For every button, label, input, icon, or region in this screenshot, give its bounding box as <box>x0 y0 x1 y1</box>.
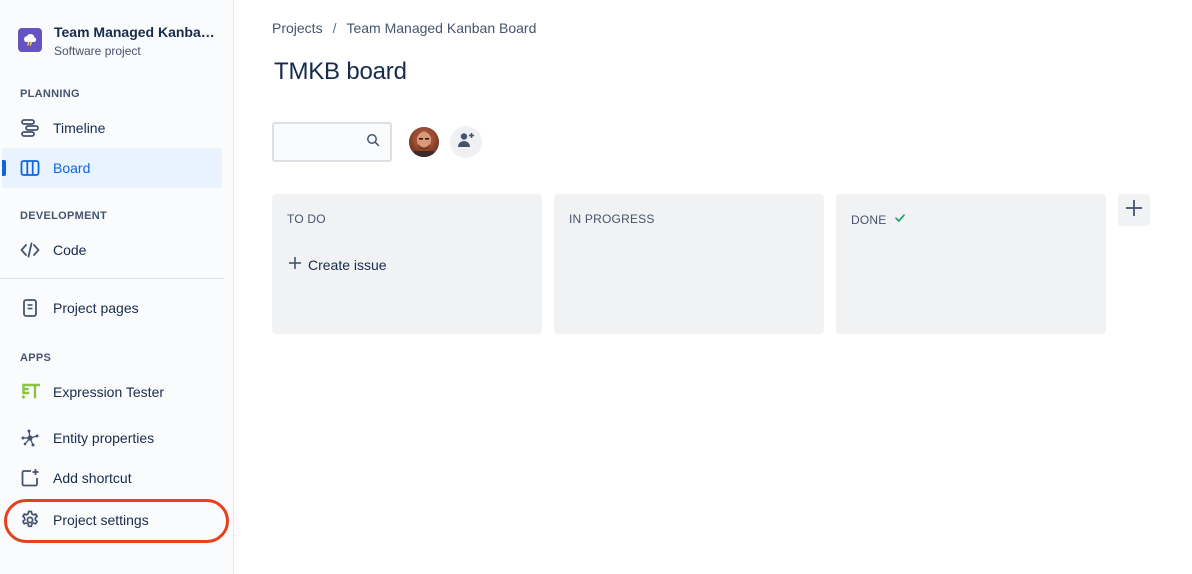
search-input[interactable] <box>280 130 360 154</box>
breadcrumb-project-link[interactable]: Team Managed Kanban Board <box>346 20 536 36</box>
sidebar-item-add-shortcut[interactable]: Add shortcut <box>2 458 222 498</box>
breadcrumb-projects-link[interactable]: Projects <box>272 20 323 36</box>
create-issue-label: Create issue <box>308 256 387 273</box>
board-column-in-progress: IN PROGRESS <box>554 194 824 334</box>
code-icon <box>18 238 42 262</box>
add-people-button[interactable] <box>450 126 482 158</box>
user-avatar[interactable] <box>407 125 441 159</box>
expression-tester-icon <box>18 380 42 404</box>
sidebar-divider <box>0 278 224 279</box>
check-icon <box>894 212 906 227</box>
project-header[interactable]: Team Managed Kanban Board Software proje… <box>18 20 220 58</box>
create-issue-button[interactable]: Create issue <box>288 256 387 273</box>
column-title-text: DONE <box>851 212 887 227</box>
project-avatar-icon <box>18 28 42 52</box>
board-column-todo: TO DO Create issue <box>272 194 542 334</box>
sidebar-item-label: Project settings <box>53 512 149 528</box>
column-title: TO DO <box>287 212 326 226</box>
sidebar-item-label: Timeline <box>53 120 106 136</box>
entity-properties-icon <box>18 426 42 450</box>
add-column-button[interactable] <box>1118 194 1150 226</box>
plus-icon <box>288 256 302 273</box>
project-type: Software project <box>54 44 141 58</box>
sidebar-item-project-pages[interactable]: Project pages <box>2 288 222 328</box>
sidebar-item-board[interactable]: Board <box>2 148 222 188</box>
search-icon <box>366 133 380 152</box>
sidebar-item-entity-properties[interactable]: Entity properties <box>2 418 222 458</box>
column-title: IN PROGRESS <box>569 212 655 226</box>
sidebar-item-label: Project pages <box>53 300 139 316</box>
sidebar-item-label: Entity properties <box>53 430 155 446</box>
sidebar-item-label: Expression Tester <box>53 384 165 400</box>
column-title: DONE <box>851 212 906 227</box>
sidebar-item-label: Add shortcut <box>53 470 132 486</box>
breadcrumb: Projects / Team Managed Kanban Board <box>272 20 536 36</box>
sidebar-item-code[interactable]: Code <box>2 230 222 270</box>
sidebar-item-label: Board <box>53 160 91 176</box>
sidebar-item-expression-tester[interactable]: Expression Tester <box>2 372 222 412</box>
sidebar-item-timeline[interactable]: Timeline <box>2 108 222 148</box>
page-title: TMKB board <box>274 58 407 85</box>
breadcrumb-separator: / <box>332 20 337 36</box>
add-person-icon <box>457 131 475 154</box>
page-icon <box>18 296 42 320</box>
add-shortcut-icon <box>18 466 42 490</box>
project-name: Team Managed Kanban Board <box>54 24 220 40</box>
plus-icon <box>1125 199 1143 222</box>
column-title-text: TO DO <box>287 212 326 226</box>
app-root: Team Managed Kanban Board Software proje… <box>0 0 1192 574</box>
board-icon <box>18 156 42 180</box>
section-apps: APPS <box>20 352 52 364</box>
gear-icon <box>18 508 42 532</box>
board-search <box>272 122 392 162</box>
section-planning: PLANNING <box>20 88 80 100</box>
board-column-done: DONE <box>836 194 1106 334</box>
column-title-text: IN PROGRESS <box>569 212 655 226</box>
timeline-icon <box>18 116 42 140</box>
sidebar: Team Managed Kanban Board Software proje… <box>0 0 234 574</box>
section-development: DEVELOPMENT <box>20 210 108 222</box>
sidebar-item-project-settings[interactable]: Project settings <box>2 500 222 540</box>
sidebar-item-label: Code <box>53 242 87 258</box>
